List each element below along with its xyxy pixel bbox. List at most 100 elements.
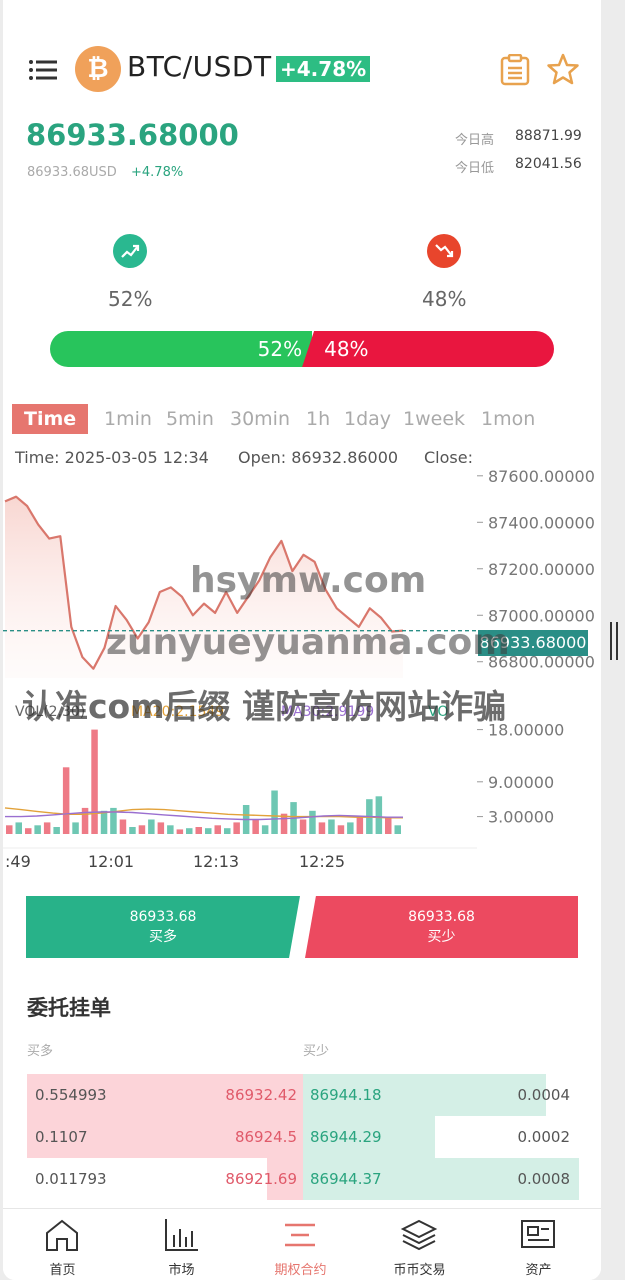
bid-quantity: 0.554993 — [35, 1086, 107, 1104]
x-tick: :49 — [5, 852, 31, 871]
clipboard-icon[interactable] — [500, 54, 530, 86]
nav-market-label: 市场 — [168, 1263, 195, 1278]
volume-bar — [186, 828, 193, 834]
nav-contracts[interactable]: 期权合约 — [241, 1209, 360, 1280]
x-tick: 12:13 — [193, 852, 240, 871]
orderbook-row[interactable]: 0.554993 86932.42 86944.18 0.0004 — [27, 1074, 578, 1116]
sell-price: 86933.68 — [408, 909, 475, 925]
info-time: Time: 2025-03-05 12:34 — [15, 448, 209, 467]
menu-icon[interactable] — [28, 58, 58, 82]
volume-bar — [119, 819, 127, 834]
bid-quantity: 0.011793 — [35, 1170, 107, 1188]
price-chart[interactable]: 87600.0000087400.0000087200.0000087000.0… — [3, 470, 601, 860]
volume-bar — [385, 816, 392, 834]
nav-spot[interactable]: 币币交易 — [360, 1209, 479, 1280]
ask-price: 86944.18 — [310, 1086, 382, 1104]
ratio-long-label: 52% — [257, 337, 303, 361]
volume-bar — [271, 790, 278, 834]
price-usd: 86933.68USD — [27, 165, 117, 180]
nav-assets[interactable]: 资产 — [479, 1209, 598, 1280]
nav-home-label: 首页 — [49, 1263, 76, 1278]
price-axis-label: 87600.00000 — [488, 470, 595, 486]
buy-long-button[interactable]: 86933.68 买多 — [26, 896, 300, 958]
bid-quantity: 0.1107 — [35, 1128, 88, 1146]
tab-timeframe-1h[interactable]: 1h — [306, 404, 330, 434]
tab-timeframe-1min[interactable]: 1min — [104, 404, 152, 434]
ask-quantity: 0.0004 — [517, 1086, 571, 1104]
orderbook-title: 委托挂单 — [27, 996, 111, 1020]
volume-bar — [6, 825, 13, 834]
volume-bar — [233, 822, 240, 834]
orderbook-row[interactable]: 0.1107 86924.5 86944.29 0.0002 — [27, 1116, 578, 1158]
ask-price: 86944.37 — [310, 1170, 382, 1188]
ratio-bar-short: 48% — [302, 331, 554, 367]
low-value: 82041.56 — [515, 156, 582, 172]
watermark-3: 认准com后缀 谨防高仿网站诈骗 — [22, 687, 507, 726]
nav-market[interactable]: 市场 — [122, 1209, 241, 1280]
ratio-short-label: 48% — [324, 337, 369, 361]
volume-bar — [176, 829, 184, 834]
tab-timeframe-1week[interactable]: 1week — [403, 404, 465, 434]
tab-timeframe-1mon[interactable]: 1mon — [481, 404, 535, 434]
bar-chart-icon — [165, 1219, 198, 1251]
volume-bar — [299, 819, 307, 834]
volume-bar — [157, 822, 165, 834]
orderbook-bid-header: 买多 — [27, 1044, 54, 1059]
volume-bar — [356, 816, 364, 834]
orderbook-row[interactable]: 0.011793 86921.69 86944.37 0.0008 — [27, 1158, 579, 1200]
high-label: 今日高 — [455, 133, 495, 148]
buy-label: 买多 — [149, 929, 177, 945]
ask-quantity: 0.0008 — [517, 1170, 571, 1188]
bottom-nav: 首页 市场 期权合约 币币交易 资产 — [3, 1208, 601, 1280]
volume-bar — [252, 819, 259, 834]
volume-bar — [394, 825, 401, 834]
volume-bar — [328, 819, 335, 834]
low-label: 今日低 — [455, 161, 495, 176]
buy-price: 86933.68 — [129, 909, 197, 925]
tab-timeframe-time[interactable]: Time — [12, 404, 89, 434]
ask-price: 86944.29 — [310, 1128, 382, 1146]
volume-bar — [53, 827, 60, 834]
tab-timeframe-5min[interactable]: 5min — [166, 404, 214, 434]
scroll-handle[interactable] — [610, 622, 618, 660]
volume-bar — [91, 729, 98, 834]
pair-title[interactable]: BTC/USDT — [127, 50, 272, 83]
bear-icon — [427, 234, 461, 268]
contract-icon — [285, 1223, 315, 1247]
tab-timeframe-30min[interactable]: 30min — [230, 404, 290, 434]
info-close: Close: — [424, 448, 473, 467]
bitcoin-icon: ₿ — [75, 46, 121, 92]
watermark-1: hsymw.com — [190, 560, 427, 601]
buy-short-button[interactable]: 86933.68 买少 — [305, 896, 578, 958]
nav-spot-label: 币币交易 — [393, 1263, 446, 1278]
volume-bar — [25, 828, 32, 834]
star-icon[interactable] — [546, 52, 580, 86]
price-axis-label: 87400.00000 — [488, 513, 595, 532]
volume-bar — [205, 828, 212, 834]
volume-bar — [261, 825, 269, 834]
volume-bar — [224, 828, 231, 834]
volume-bar — [15, 822, 22, 834]
volume-bar — [347, 822, 354, 834]
volume-bar — [138, 825, 146, 834]
bid-price: 86924.5 — [234, 1128, 297, 1146]
last-price: 86933.68000 — [26, 118, 239, 152]
volume-bar — [100, 810, 108, 834]
high-value: 88871.99 — [515, 128, 582, 144]
nav-assets-label: 资产 — [525, 1263, 552, 1278]
sell-label: 买少 — [427, 929, 456, 945]
nav-home[interactable]: 首页 — [3, 1209, 122, 1280]
watermark-2: zunyueyuanma.com — [106, 622, 510, 663]
info-open: Open: 86932.86000 — [238, 448, 399, 467]
tab-timeframe-1day[interactable]: 1day — [344, 404, 391, 434]
volume-bar — [62, 767, 70, 834]
volume-axis-label: 9.00000 — [488, 773, 554, 792]
volume-bar — [318, 822, 326, 834]
x-tick: 12:01 — [88, 852, 135, 871]
volume-bar — [129, 827, 136, 834]
price-usd-change: +4.78% — [131, 165, 184, 180]
ratio-bar-long: 52% — [50, 331, 313, 367]
home-icon — [46, 1219, 78, 1251]
bear-percent: 48% — [422, 287, 467, 311]
orderbook-ask-header: 买少 — [303, 1044, 330, 1059]
